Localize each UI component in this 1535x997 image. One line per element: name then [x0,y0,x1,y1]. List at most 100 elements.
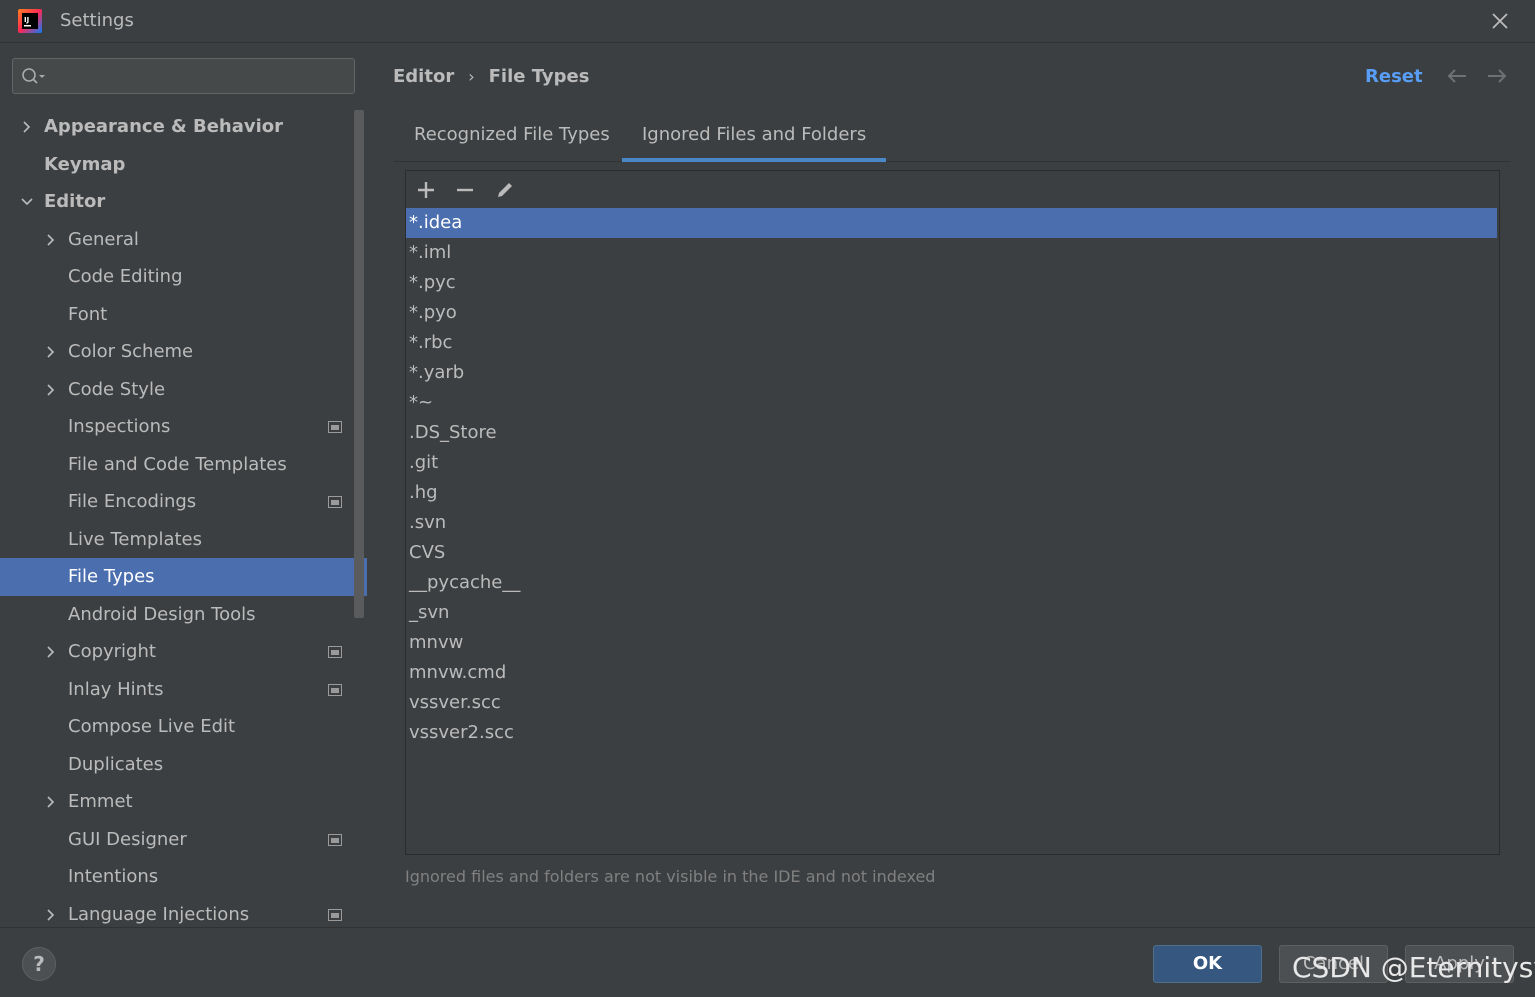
tab-ignored-files-and-folders[interactable]: Ignored Files and Folders [622,124,887,162]
pattern-list-item[interactable]: .DS_Store [406,418,1499,448]
window-title: Settings [60,10,134,31]
sidebar-item-live-templates[interactable]: Live Templates [0,521,354,559]
intellij-logo-icon: IJ [18,9,42,33]
breadcrumb-parent[interactable]: Editor [393,66,454,87]
tab-bar: Recognized File Types Ignored Files and … [394,114,1511,162]
tab-label: Recognized File Types [414,124,610,145]
main-panel: Editor › File Types Reset Recognized Fil… [367,44,1535,927]
search-input[interactable] [53,63,348,89]
sidebar-item-label: Duplicates [68,753,164,775]
tab-label: Ignored Files and Folders [642,124,867,145]
sidebar-item-label: Intentions [68,866,159,888]
help-button[interactable]: ? [22,947,56,981]
sidebar-item-label: Compose Live Edit [68,716,236,738]
hint-text: Ignored files and folders are not visibl… [405,867,936,886]
project-scope-icon [328,496,342,508]
pattern-list-item[interactable]: .hg [406,478,1499,508]
project-scope-icon [328,908,342,921]
pattern-list-item[interactable]: mnvw.cmd [406,658,1499,688]
pattern-list-item[interactable]: vssver.scc [406,688,1499,718]
chevron-right-icon[interactable] [44,645,58,659]
project-scope-icon [328,646,342,658]
sidebar-item-android-design-tools[interactable]: Android Design Tools [0,596,354,634]
chevron-right-icon[interactable] [44,383,58,397]
pattern-list-item[interactable]: _svn [406,598,1499,628]
minus-icon[interactable] [454,179,476,201]
breadcrumb: Editor › File Types [393,66,589,87]
pencil-icon[interactable] [494,179,516,201]
sidebar-item-keymap[interactable]: Keymap [0,146,354,184]
sidebar-item-label: Inspections [68,416,171,438]
title-bar: IJ Settings [0,0,1535,43]
sidebar-item-label: Language Injections [68,903,250,925]
sidebar-item-duplicates[interactable]: Duplicates [0,746,354,784]
cancel-button[interactable]: Cancel [1279,945,1388,983]
chevron-right-icon[interactable] [44,345,58,359]
sidebar-item-label: Live Templates [68,528,202,550]
plus-icon[interactable] [415,179,437,201]
search-icon[interactable] [21,67,47,87]
sidebar-item-file-encodings[interactable]: File Encodings [0,483,354,521]
sidebar-item-label: Appearance & Behavior [44,116,284,138]
pattern-list-item[interactable]: .git [406,448,1499,478]
sidebar-item-color-scheme[interactable]: Color Scheme [0,333,354,371]
sidebar-item-inlay-hints[interactable]: Inlay Hints [0,671,354,709]
chevron-right-icon[interactable] [44,795,58,809]
sidebar-item-code-style[interactable]: Code Style [0,371,354,409]
sidebar-item-label: File Encodings [68,491,197,513]
sidebar-item-code-editing[interactable]: Code Editing [0,258,354,296]
pattern-list-item[interactable]: vssver2.scc [406,718,1499,748]
sidebar-item-label: Keymap [44,153,126,175]
pattern-list-item[interactable]: *.iml [406,238,1499,268]
search-box[interactable] [12,58,355,94]
sidebar-item-label: Copyright [68,641,156,663]
sidebar-item-gui-designer[interactable]: GUI Designer [0,821,354,859]
apply-button[interactable]: Apply [1405,945,1514,983]
sidebar-item-label: File and Code Templates [68,453,287,475]
sidebar-item-appearance-behavior[interactable]: Appearance & Behavior [0,108,354,146]
sidebar-item-compose-live-edit[interactable]: Compose Live Edit [0,708,354,746]
sidebar-item-label: Editor [44,191,106,213]
sidebar-item-copyright[interactable]: Copyright [0,633,354,671]
close-icon[interactable] [1489,10,1511,32]
pattern-list-item[interactable]: mnvw [406,628,1499,658]
pattern-list-item[interactable]: .svn [406,508,1499,538]
sidebar-item-font[interactable]: Font [0,296,354,334]
sidebar-item-label: Inlay Hints [68,678,164,700]
pattern-list-item[interactable]: *.pyo [406,298,1499,328]
sidebar-item-label: GUI Designer [68,828,187,850]
tab-recognized-file-types[interactable]: Recognized File Types [394,124,630,162]
sidebar-item-editor[interactable]: Editor [0,183,354,221]
sidebar-item-file-and-code-templates[interactable]: File and Code Templates [0,446,354,484]
breadcrumb-current: File Types [488,66,590,87]
pattern-list-item[interactable]: *.pyc [406,268,1499,298]
reset-link[interactable]: Reset [1365,66,1423,87]
sidebar-item-intentions[interactable]: Intentions [0,858,354,896]
sidebar-item-general[interactable]: General [0,221,354,259]
chevron-down-icon[interactable] [20,195,34,209]
pattern-list-item[interactable]: *.idea [406,208,1497,238]
sidebar-item-label: File Types [68,566,155,588]
ok-button[interactable]: OK [1153,945,1262,983]
settings-sidebar: Appearance & Behavior Keymap Editor General… [0,44,367,927]
chevron-right-icon[interactable] [44,233,58,247]
sidebar-item-inspections[interactable]: Inspections [0,408,354,446]
pattern-list-item[interactable]: *~ [406,388,1499,418]
pattern-list-item[interactable]: *.rbc [406,328,1499,358]
project-scope-icon [328,833,342,846]
sidebar-scrollbar[interactable] [354,110,364,618]
pattern-list-item[interactable]: __pycache__ [406,568,1499,598]
pattern-list-item[interactable]: *.yarb [406,358,1499,388]
sidebar-item-file-types[interactable]: File Types [0,558,367,596]
back-arrow-icon[interactable] [1445,66,1469,86]
sidebar-item-label: Color Scheme [68,341,194,363]
sidebar-item-language-injections[interactable]: Language Injections [0,896,354,928]
sidebar-item-label: Code Editing [68,266,183,288]
sidebar-item-emmet[interactable]: Emmet [0,783,354,821]
forward-arrow-icon[interactable] [1485,66,1509,86]
chevron-right-icon[interactable] [20,120,34,134]
list-toolbar [406,171,1499,208]
svg-text:IJ: IJ [24,16,29,24]
chevron-right-icon[interactable] [44,908,58,922]
pattern-list-item[interactable]: CVS [406,538,1499,568]
